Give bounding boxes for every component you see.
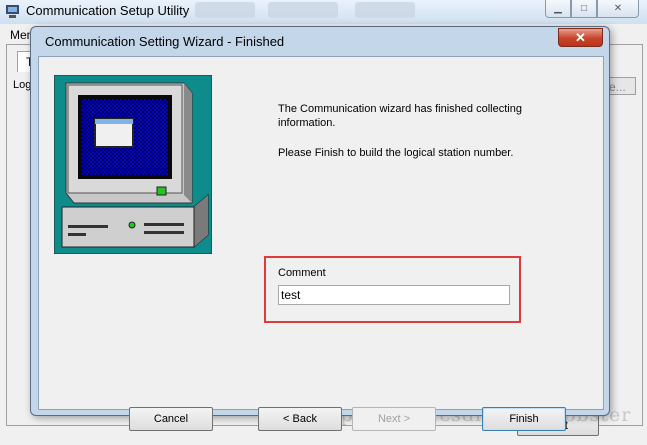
- maximize-button[interactable]: □: [571, 0, 597, 18]
- blurred-taskbar-item: [355, 2, 415, 18]
- minimize-icon: ▁: [554, 3, 562, 14]
- maximize-icon: □: [580, 3, 588, 14]
- app-icon: [6, 5, 19, 18]
- main-titlebar: Communication Setup Utility ▁ □ ✕: [0, 0, 647, 24]
- next-button[interactable]: Next >: [352, 407, 436, 431]
- main-close-button[interactable]: ✕: [597, 0, 639, 18]
- minimize-button[interactable]: ▁: [545, 0, 571, 18]
- comment-input[interactable]: [278, 285, 510, 305]
- dialog-client: The Communication wizard has finished co…: [38, 56, 604, 431]
- cancel-button[interactable]: Cancel: [129, 407, 213, 431]
- wizard-dialog: Communication Setting Wizard - Finished …: [30, 26, 610, 431]
- instruction-message: Please Finish to build the logical stati…: [278, 147, 514, 159]
- close-icon: ✕: [613, 3, 623, 14]
- blurred-taskbar-item: [195, 2, 255, 18]
- finish-button[interactable]: Finish: [482, 407, 566, 431]
- main-window-title: Communication Setup Utility: [26, 3, 190, 18]
- dialog-title: Communication Setting Wizard - Finished: [45, 34, 285, 49]
- window-controls: ▁ □ ✕: [545, 0, 639, 18]
- close-icon: ✕: [575, 29, 586, 45]
- blurred-taskbar-item: [268, 2, 338, 18]
- comment-label: Comment: [278, 267, 326, 279]
- dialog-close-button[interactable]: ✕: [558, 28, 603, 47]
- computer-illustration: [54, 75, 212, 254]
- back-button[interactable]: < Back: [258, 407, 342, 431]
- finished-message: The Communication wizard has finished co…: [278, 103, 522, 129]
